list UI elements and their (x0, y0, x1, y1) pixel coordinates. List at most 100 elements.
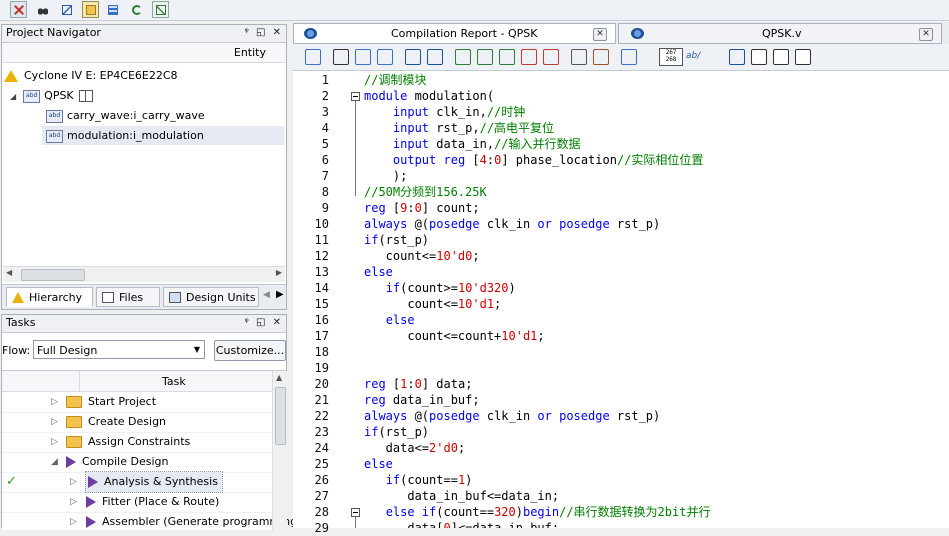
code-line[interactable]: count<=10'd0; (364, 248, 480, 264)
list-icon[interactable] (751, 49, 767, 65)
prev-bookmark-icon[interactable] (499, 49, 515, 65)
checklist-button[interactable] (152, 1, 169, 18)
tree-child-row[interactable]: abd carry_wave:i_carry_wave (46, 106, 205, 125)
save-icon[interactable] (305, 49, 321, 65)
horizontal-scrollbar[interactable]: ◀ ▶ (3, 266, 285, 282)
code-line[interactable]: else (364, 264, 393, 280)
expand-icon[interactable]: ▷ (70, 512, 77, 532)
arrow-icon[interactable] (729, 49, 745, 65)
scroll-right-icon[interactable]: ▶ (276, 268, 282, 277)
fold-toggle-icon[interactable] (351, 508, 360, 517)
code-line[interactable]: if(count>=10'd320) (364, 280, 516, 296)
expand-icon[interactable]: ▷ (70, 492, 77, 512)
toggle-comment-icon[interactable] (593, 49, 609, 65)
tab-scroll-right-icon[interactable]: ▶ (276, 289, 284, 300)
line-number-button[interactable]: 267 268 (659, 48, 683, 66)
code-line[interactable]: input data_in,//输入并行数据 (364, 136, 581, 152)
code-line[interactable]: data[0]<=data_in_buf; (364, 520, 559, 528)
spell-button[interactable]: ab/ (686, 51, 700, 61)
code-line[interactable]: always @(posedge clk_in or posedge rst_p… (364, 408, 660, 424)
edit-button[interactable] (58, 1, 75, 18)
code-line[interactable]: //调制模块 (364, 72, 426, 88)
code-line[interactable]: output reg [4:0] phase_location//实际相位位置 (364, 152, 703, 168)
task-column-header[interactable]: Task (2, 371, 272, 392)
device-row[interactable]: Cyclone IV E: EP4CE6E22C8 (4, 66, 178, 85)
unindent-icon[interactable] (427, 49, 443, 65)
expand-icon[interactable]: ▷ (51, 392, 58, 412)
goto-icon[interactable] (377, 49, 393, 65)
task-row[interactable]: ▷ Create Design (2, 412, 272, 433)
code-line[interactable]: else (364, 456, 393, 472)
flow-select[interactable]: Full Design ▼ (33, 340, 205, 359)
code-line[interactable]: input rst_p,//高电平复位 (364, 120, 554, 136)
task-item[interactable]: Compile Design (66, 452, 168, 472)
tab-hierarchy[interactable]: Hierarchy (6, 287, 93, 307)
refresh-button[interactable] (128, 1, 145, 18)
stop-button[interactable] (10, 1, 27, 18)
scroll-left-icon[interactable]: ◀ (6, 268, 12, 277)
scrollbar-thumb[interactable] (21, 269, 85, 281)
list2-icon[interactable] (773, 49, 789, 65)
task-row[interactable]: ▷ Start Project (2, 392, 272, 413)
vertical-scrollbar[interactable]: ▲ (272, 371, 287, 530)
code-line[interactable]: module modulation( (364, 88, 494, 104)
next-bookmark-icon[interactable] (477, 49, 493, 65)
fold-toggle-icon[interactable] (351, 92, 360, 101)
find-button[interactable] (34, 1, 51, 18)
task-item[interactable]: Analysis & Synthesis (85, 471, 223, 493)
code-line[interactable]: ); (364, 168, 407, 184)
code-line[interactable]: reg data_in_buf; (364, 392, 480, 408)
tab-qpsk-v[interactable]: QPSK.v ✕ (618, 23, 942, 44)
close-icon[interactable]: ✕ (919, 28, 933, 41)
code-line[interactable]: else (364, 312, 415, 328)
code-line[interactable]: data<=2'd0; (364, 440, 466, 456)
code-line[interactable]: else if(count==320)begin//串行数据转换为2bit并行 (364, 504, 711, 520)
expand-icon[interactable]: ▷ (70, 472, 77, 492)
code-line[interactable]: always @(posedge clk_in or posedge rst_p… (364, 216, 660, 232)
task-row[interactable]: ◢ Compile Design (2, 452, 272, 473)
tab-scroll-left-icon[interactable]: ◀ (263, 290, 270, 300)
close-icon[interactable]: ✕ (593, 28, 607, 41)
list3-icon[interactable] (795, 49, 811, 65)
task-row[interactable]: ▷ Assembler (Generate programming (2, 512, 297, 533)
expand-icon[interactable]: ▷ (51, 432, 58, 452)
customize-button[interactable]: Customize... (214, 340, 286, 361)
entity-column-header[interactable]: Entity (2, 43, 286, 63)
code-line[interactable]: reg [9:0] count; (364, 200, 480, 216)
clear-all-bookmark-icon[interactable] (543, 49, 559, 65)
code-line[interactable]: input clk_in,//时钟 (364, 104, 525, 120)
replace-icon[interactable] (355, 49, 371, 65)
scrollbar-thumb[interactable] (275, 387, 286, 445)
code-line[interactable]: reg [1:0] data; (364, 376, 472, 392)
task-item[interactable]: Fitter (Place & Route) (86, 492, 219, 512)
tab-compilation-report[interactable]: Compilation Report - QPSK ✕ (293, 23, 616, 44)
task-item[interactable]: Assembler (Generate programming (86, 512, 297, 532)
task-row[interactable]: ▷ Assign Constraints (2, 432, 272, 453)
code-line[interactable]: if(count==1) (364, 472, 473, 488)
code-line[interactable]: count<=count+10'd1; (364, 328, 544, 344)
insert-template-icon[interactable] (571, 49, 587, 65)
bookmark-icon[interactable] (455, 49, 471, 65)
indent-icon[interactable] (405, 49, 421, 65)
panel-window-buttons[interactable]: ᵠ ◱ ✕ (245, 25, 283, 41)
task-item[interactable]: Start Project (66, 392, 156, 412)
task-item[interactable]: Assign Constraints (66, 432, 190, 452)
task-row[interactable]: ▷ Fitter (Place & Route) (2, 492, 272, 513)
task-item[interactable]: Create Design (66, 412, 166, 432)
tree-child-row-selected[interactable]: abd modulation:i_modulation (42, 126, 284, 145)
code-line[interactable]: data_in_buf<=data_in; (364, 488, 559, 504)
find-icon[interactable] (333, 49, 349, 65)
collapse-icon[interactable]: ◢ (51, 452, 58, 472)
code-line[interactable]: count<=10'd1; (364, 296, 501, 312)
top-entity-row[interactable]: ◢ abd QPSK (10, 86, 93, 105)
expand-icon[interactable]: ▷ (51, 412, 58, 432)
code-line[interactable]: if(rst_p) (364, 232, 429, 248)
code-line[interactable]: //50M分频到156.25K (364, 184, 487, 200)
code-editor[interactable]: //调制模块 module modulation( input clk_in,//… (363, 71, 949, 528)
clear-bookmark-icon[interactable] (521, 49, 537, 65)
tab-files[interactable]: Files (96, 287, 160, 307)
scroll-up-icon[interactable]: ▲ (276, 373, 282, 382)
task-row[interactable]: ✓ ▷ Analysis & Synthesis (2, 471, 272, 493)
tab-design-units[interactable]: Design Units (163, 287, 259, 307)
collapse-icon[interactable]: ◢ (10, 92, 16, 101)
